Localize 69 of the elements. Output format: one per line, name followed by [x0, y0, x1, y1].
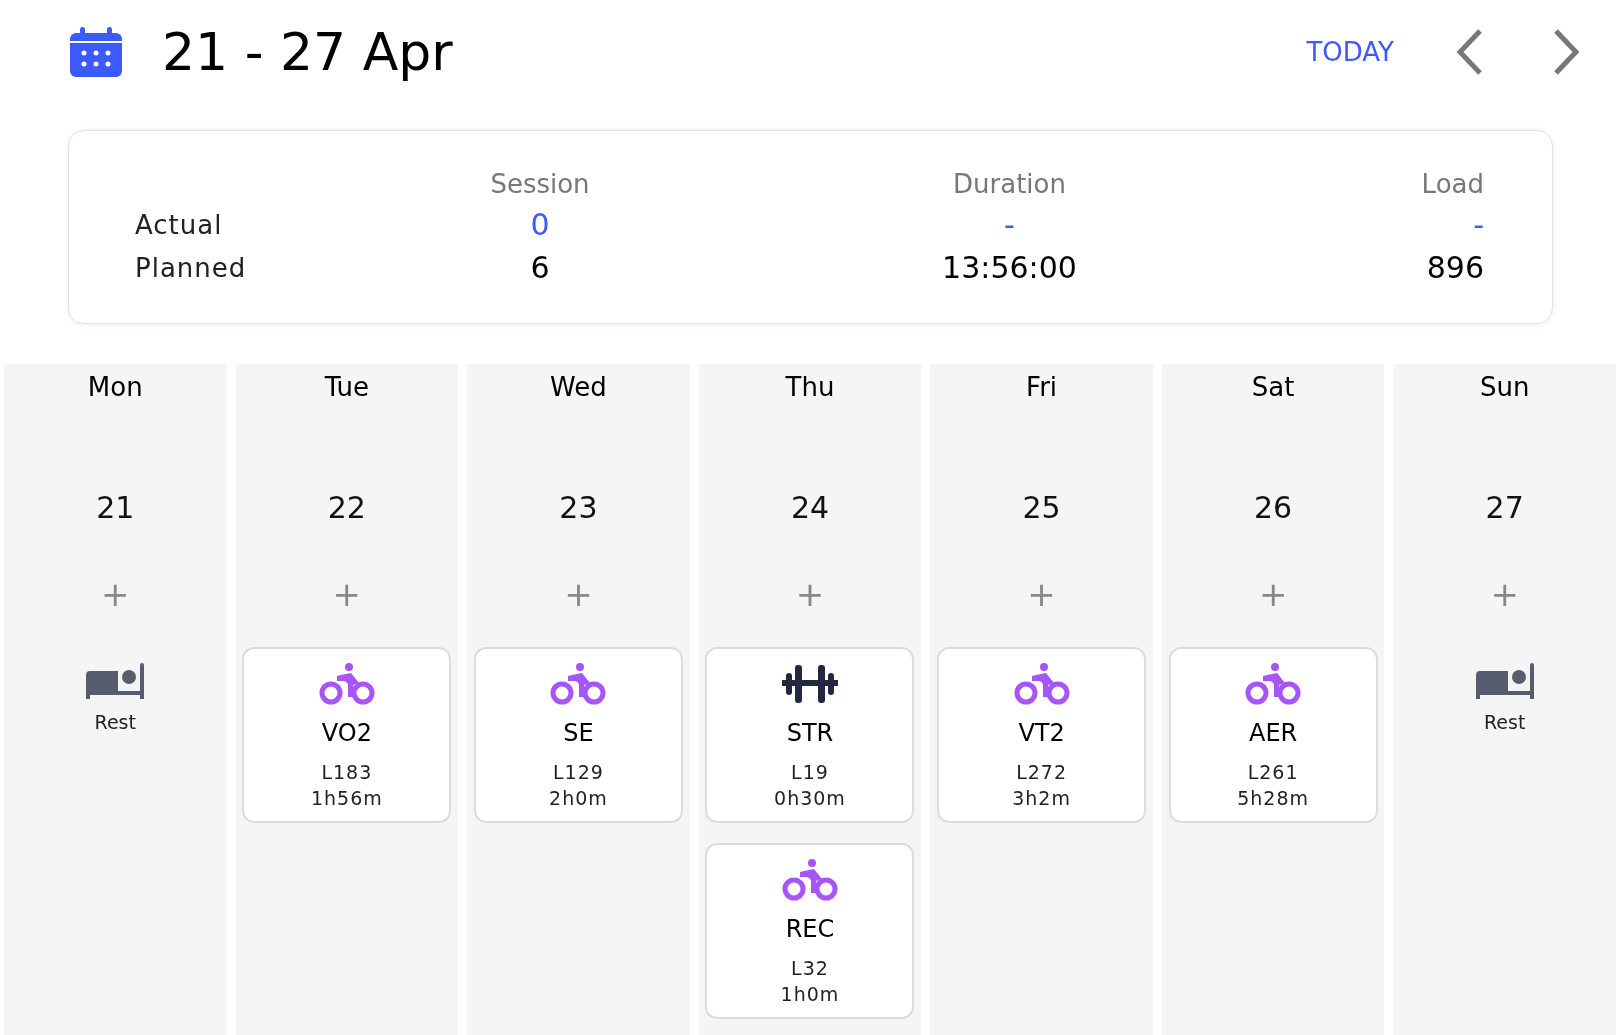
- workout-load: L19: [791, 761, 829, 783]
- cyclist-icon: [1013, 663, 1070, 705]
- add-button[interactable]: +: [564, 577, 593, 611]
- workout-name: VO2: [321, 719, 372, 747]
- column-header: Load: [1421, 169, 1484, 199]
- calendar-icon: [70, 27, 122, 77]
- summary-value: -: [1004, 207, 1015, 242]
- rest-label: Rest: [1484, 711, 1526, 733]
- date-number: 26: [1254, 490, 1293, 525]
- weekday-label: Wed: [550, 372, 607, 402]
- summary-value: -: [1473, 207, 1484, 242]
- row-label: Planned: [135, 252, 248, 283]
- summary-value: 896: [1426, 250, 1484, 285]
- workout-duration: 2h0m: [549, 787, 608, 809]
- weekday-label: Mon: [87, 372, 143, 402]
- week-title: 21 - 27 Apr: [162, 22, 453, 82]
- workout-name: VT2: [1018, 719, 1065, 747]
- bed-icon: [1475, 663, 1534, 699]
- workout-card[interactable]: AER L261 5h28m: [1168, 647, 1378, 823]
- weekday-label: Tue: [324, 372, 370, 402]
- date-number: 23: [559, 490, 598, 525]
- workout-duration: 5h28m: [1237, 787, 1310, 809]
- workout-name: REC: [785, 915, 835, 943]
- workout-load: L183: [321, 761, 373, 783]
- workout-duration: 1h56m: [310, 787, 383, 809]
- workout-duration: 0h30m: [774, 787, 846, 809]
- add-button[interactable]: +: [1027, 577, 1056, 611]
- cyclist-icon: [318, 663, 375, 705]
- weekday-label: Thu: [785, 372, 835, 402]
- workout-name: SE: [563, 719, 594, 747]
- date-number: 25: [1022, 490, 1061, 525]
- workout-card[interactable]: VO2 L183 1h56m: [242, 647, 452, 823]
- summary-value: 0: [529, 207, 551, 242]
- add-button[interactable]: +: [332, 577, 362, 611]
- date-number: 22: [327, 490, 366, 525]
- workout-load: L32: [791, 957, 829, 979]
- add-button[interactable]: +: [1258, 577, 1288, 611]
- workout-load: L129: [553, 761, 604, 783]
- weekday-label: Fri: [1026, 372, 1058, 402]
- date-number: 27: [1485, 490, 1524, 525]
- workout-name: AER: [1249, 719, 1298, 747]
- summary-value: 13:56:00: [942, 250, 1077, 285]
- workout-name: STR: [786, 719, 834, 747]
- date-number: 21: [96, 490, 135, 525]
- workout-load: L261: [1247, 761, 1299, 783]
- rest-label: Rest: [94, 711, 136, 733]
- cyclist-icon: [782, 859, 838, 901]
- workout-duration: 3h2m: [1012, 787, 1071, 809]
- add-button[interactable]: +: [101, 577, 130, 611]
- weekday-label: Sun: [1479, 372, 1530, 402]
- row-label: Actual: [135, 209, 224, 240]
- dumbbell-icon: [782, 663, 838, 705]
- workout-load: L272: [1016, 761, 1067, 783]
- add-button[interactable]: +: [1490, 577, 1519, 611]
- column-header: Duration: [953, 169, 1066, 199]
- date-number: 24: [790, 490, 830, 525]
- today-button[interactable]: TODAY: [1306, 37, 1394, 67]
- workout-card[interactable]: STR L19 0h30m: [705, 647, 915, 823]
- workout-card[interactable]: REC L32 1h0m: [705, 843, 915, 1019]
- column-header: Session: [489, 169, 591, 199]
- summary-value: 6: [529, 250, 551, 285]
- workout-duration: 1h0m: [780, 983, 840, 1005]
- workout-card[interactable]: VT2 L272 3h2m: [937, 647, 1147, 823]
- weekday-label: Sat: [1251, 372, 1295, 402]
- cyclist-icon: [550, 663, 607, 705]
- add-button[interactable]: +: [795, 577, 825, 611]
- cyclist-icon: [1245, 663, 1302, 705]
- bed-icon: [86, 663, 145, 699]
- workout-card[interactable]: SE L129 2h0m: [473, 647, 683, 823]
